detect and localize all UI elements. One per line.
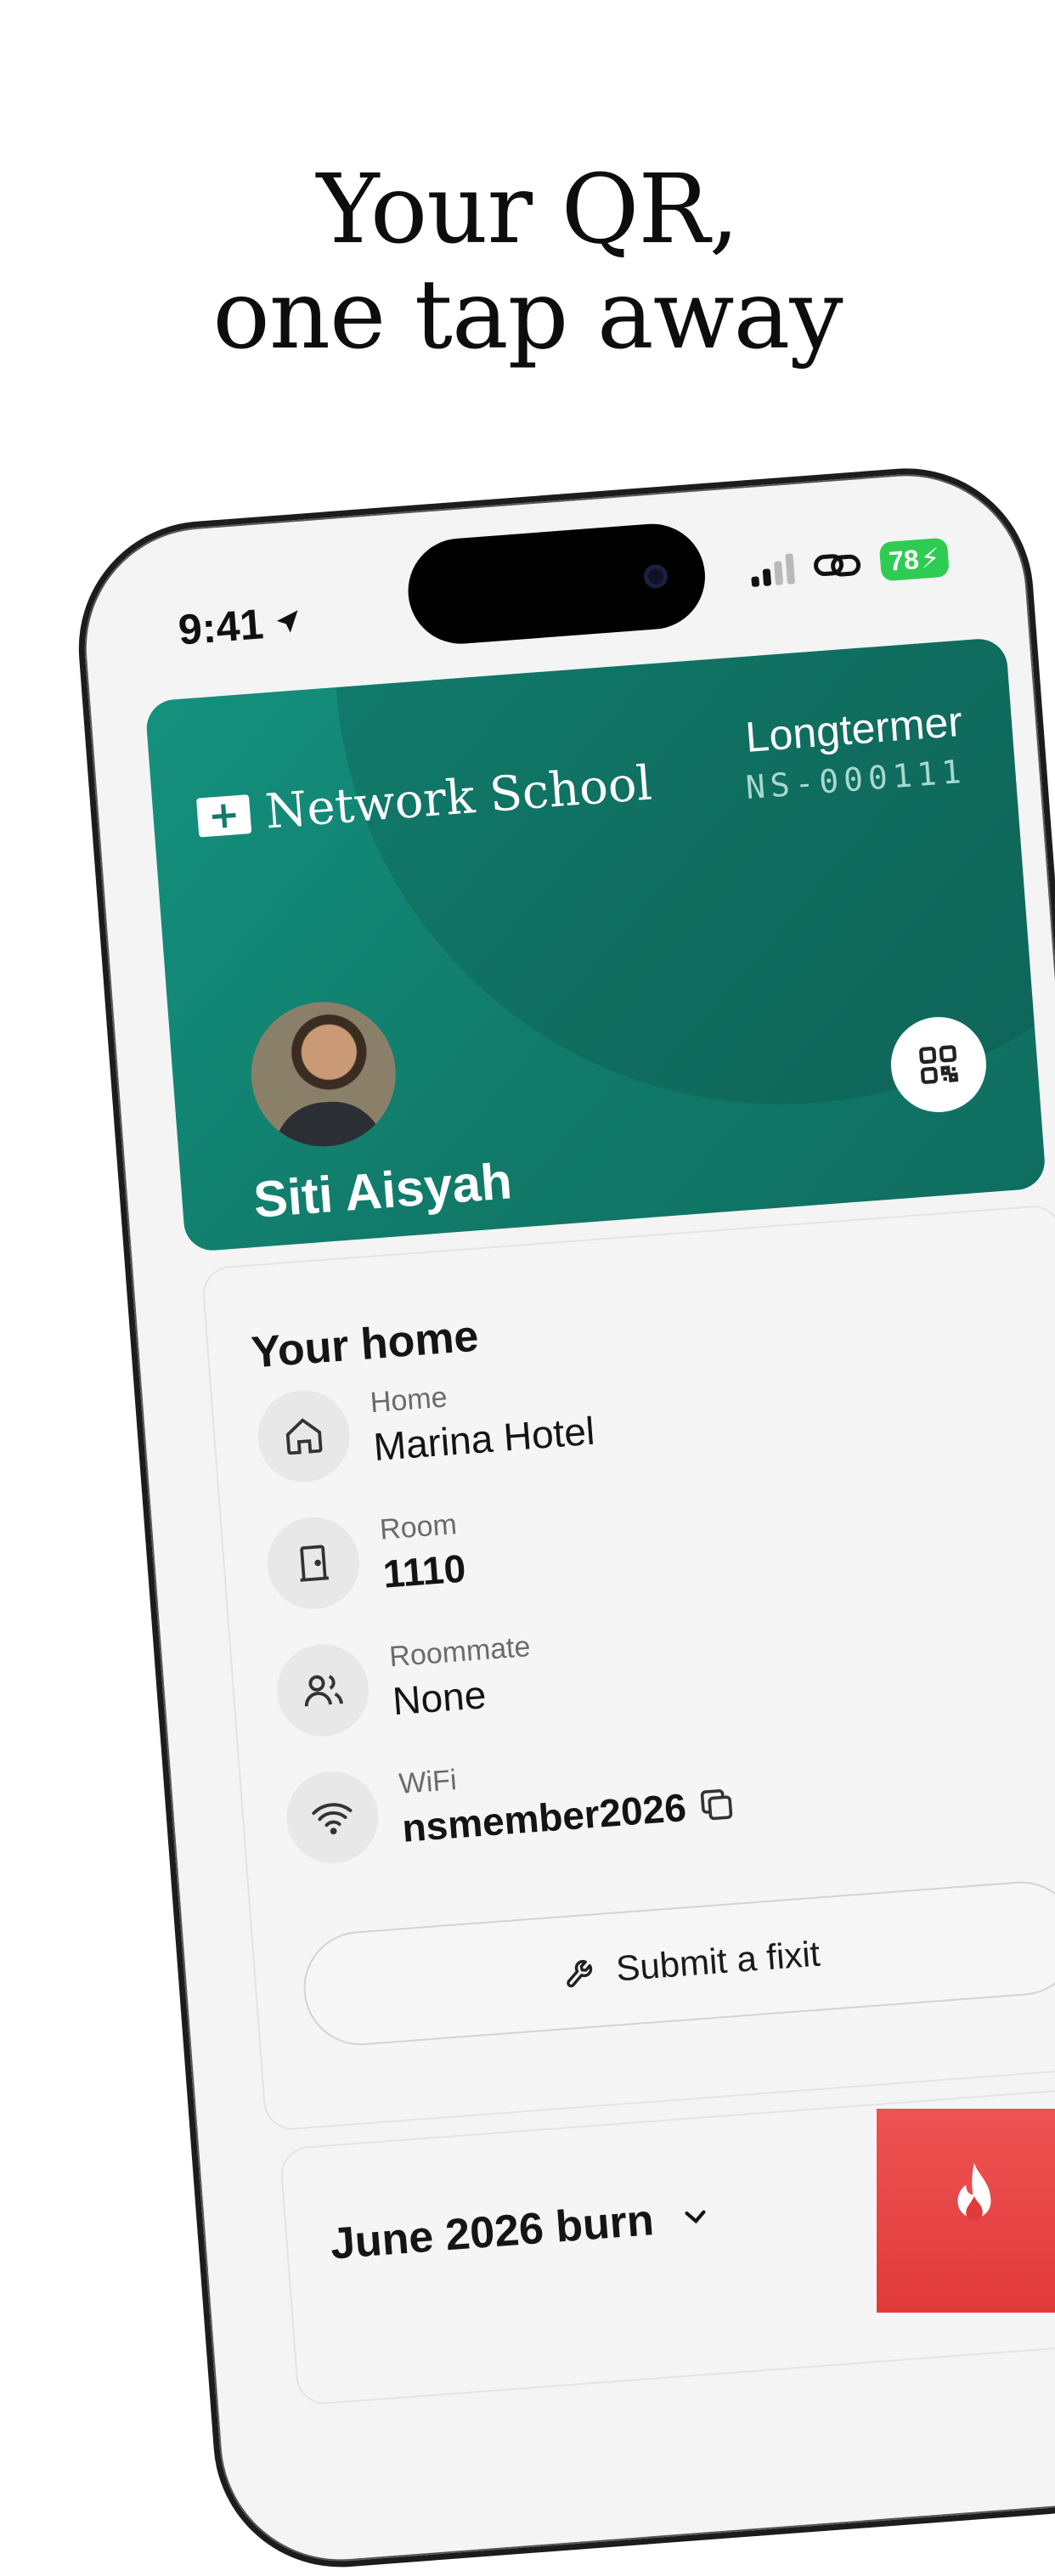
- battery-level: 78: [887, 543, 921, 577]
- roommate-row: Roommate None: [274, 1590, 1043, 1741]
- submit-fixit-button[interactable]: Submit a fixit: [299, 1877, 1055, 2049]
- qr-code-button[interactable]: [887, 1014, 990, 1116]
- dynamic-island: [404, 520, 709, 648]
- link-icon: [813, 554, 861, 577]
- status-indicators: 78 ⚡: [749, 537, 950, 591]
- camera-icon: [642, 563, 669, 590]
- door-icon: [264, 1514, 363, 1613]
- charging-bolt-icon: ⚡: [919, 542, 941, 574]
- qr-code-icon: [919, 1045, 959, 1084]
- wifi-label: WiFi: [398, 1764, 458, 1801]
- burn-title-group[interactable]: June 2026 burn: [329, 2190, 715, 2270]
- network-school-flag-icon: +: [195, 793, 252, 838]
- avatar: [245, 997, 401, 1152]
- wifi-row: WiFi nsmember2026: [283, 1718, 1052, 1868]
- page-headline: Your QR, one tap away: [0, 157, 1055, 368]
- home-label: Home: [369, 1381, 449, 1420]
- membership-tier: Longtermer NS-000111: [740, 697, 968, 807]
- location-arrow-icon: [276, 610, 298, 633]
- wrench-icon: [567, 1960, 592, 1988]
- status-time-text: 9:41: [177, 600, 266, 654]
- room-value: 1110: [381, 1545, 468, 1596]
- room-row: Room 1110: [264, 1464, 1034, 1614]
- roommate-value: None: [391, 1672, 488, 1724]
- headline-line-1: Your QR,: [316, 155, 740, 265]
- submit-fixit-label: Submit a fixit: [614, 1933, 821, 1989]
- users-icon: [274, 1641, 373, 1740]
- home-panel: Your home Home Marina Hotel Room 1110 Ro…: [200, 1203, 1055, 2132]
- brand-name: Network School: [263, 755, 654, 840]
- burn-title: June 2026 burn: [328, 2195, 656, 2269]
- roommate-label: Roommate: [388, 1630, 532, 1674]
- cellular-signal-icon: [749, 553, 796, 587]
- copy-icon[interactable]: [695, 1782, 738, 1826]
- room-label: Room: [378, 1508, 459, 1546]
- home-title: Your home: [249, 1311, 481, 1378]
- status-time: 9:41: [177, 596, 304, 655]
- home-icon: [254, 1387, 353, 1486]
- headline-line-2: one tap away: [212, 260, 843, 370]
- member-id: NS-000111: [744, 752, 968, 807]
- burn-fire-badge[interactable]: [877, 2109, 1055, 2313]
- chevron-down-icon: [685, 2210, 707, 2224]
- member-card[interactable]: + Network School Longtermer NS-000111 Si…: [144, 636, 1047, 1253]
- wifi-icon: [283, 1768, 382, 1867]
- member-name: Siti Aisyah: [251, 1152, 514, 1229]
- tier-label: Longtermer: [743, 697, 964, 761]
- flame-icon: [957, 2162, 991, 2221]
- brand: + Network School: [195, 755, 654, 845]
- battery-indicator: 78 ⚡: [878, 537, 950, 582]
